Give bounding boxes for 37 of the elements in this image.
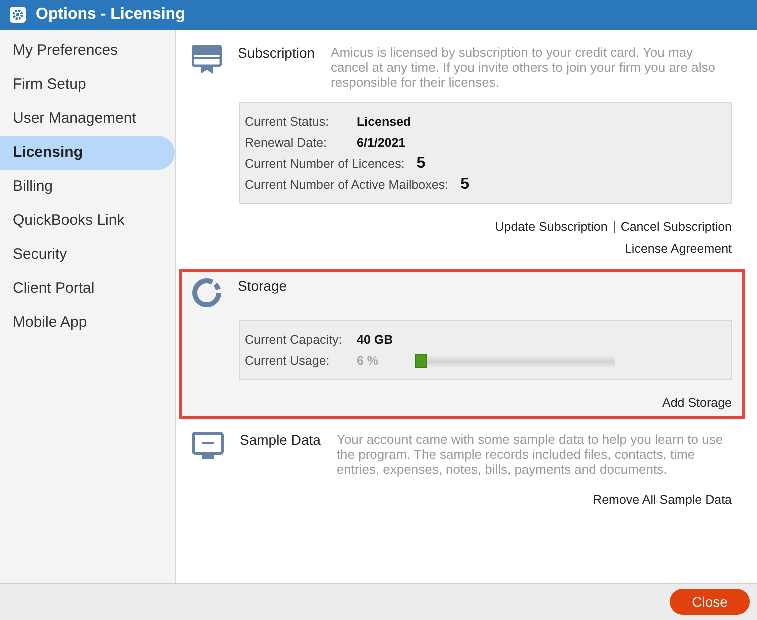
sidebar-item[interactable]: Licensing [0,136,175,170]
sidebar-item[interactable]: Client Portal [0,272,175,306]
field-value: 40 GB [357,332,394,346]
monitor-icon [192,432,224,460]
field-label: Current Capacity: [245,332,344,346]
field-label: Renewal Date: [245,136,328,150]
field-value: 5 [416,154,426,172]
certificate-icon [192,45,222,75]
field-value: 5 [460,176,470,194]
section-description: Your account came with some sample data to help you learn to use the program. The sample records included files, contacts, time entries, expenses, notes, bills, payments and documents. [336,432,724,477]
section-title: Sample Data [240,432,321,448]
section-title: Subscription [238,45,316,61]
sidebar-item[interactable]: QuickBooks Link [0,204,175,238]
action-link[interactable]: Remove All Sample Data [593,493,732,507]
sidebar-item[interactable]: My Preferences [0,34,175,68]
action-link[interactable]: Update Subscription [495,220,608,234]
action-link[interactable]: Cancel Subscription [620,220,732,234]
action-link[interactable]: License Agreement [624,242,732,256]
sidebar-item[interactable]: Mobile App [0,306,175,340]
field-label: Current Number of Active Mailboxes: [245,178,449,192]
action-link[interactable]: Add Storage [662,396,732,410]
close-button[interactable]: Close [670,589,750,615]
donut-chart-icon [192,278,222,308]
window-title: Options - Licensing [36,6,186,24]
field-label: Current Number of Licences: [245,156,405,170]
sidebar-item[interactable]: Billing [0,170,175,204]
field-value: 6/1/2021 [357,136,406,150]
sidebar-item[interactable]: Firm Setup [0,68,175,102]
field-value: Licensed [357,114,412,128]
field-value: 6 % [357,354,380,368]
section-title: Storage [238,278,288,294]
field-label: Current Usage: [245,354,331,368]
sidebar-item[interactable]: User Management [0,102,175,136]
section-description: Amicus is licensed by subscription to your credit card. You may cancel at any time. If you invite others to join your firm you are also responsible for their licenses. [331,45,716,90]
field-label: Current Status: [245,114,330,128]
sidebar-item[interactable]: Security [0,238,175,272]
gear-icon [10,7,26,23]
